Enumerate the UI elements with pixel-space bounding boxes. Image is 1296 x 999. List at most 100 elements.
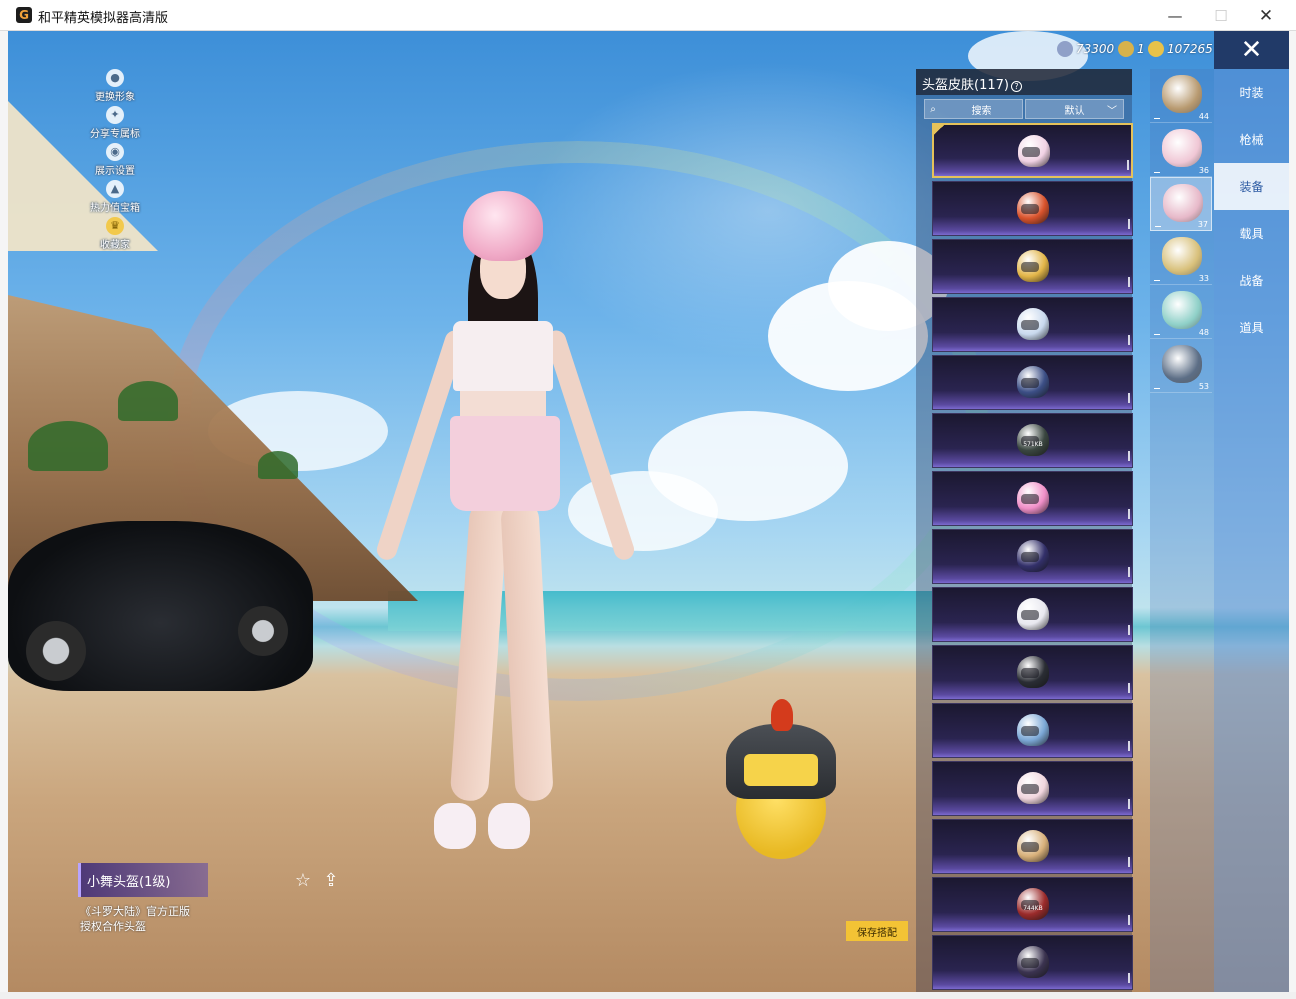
item-marker xyxy=(1128,625,1130,635)
skin-item[interactable] xyxy=(932,123,1133,178)
item-marker xyxy=(1127,160,1129,170)
side-item-display-settings[interactable]: ◉ 展示设置 xyxy=(70,143,160,180)
slot-count: 33 xyxy=(1198,274,1209,283)
side-item-heat-chest[interactable]: ▲ 热力值宝箱 xyxy=(70,180,160,217)
search-row: ⌕ 搜索 默认 ﹀ xyxy=(924,99,1132,119)
player-character[interactable] xyxy=(368,191,637,851)
chevron-down-icon: ﹀ xyxy=(1107,106,1117,117)
item-marker xyxy=(1128,915,1130,925)
side-item-label: 热力值宝箱 xyxy=(90,203,140,214)
chick-face xyxy=(744,754,818,786)
selected-item-name: 小舞头盔(1级) xyxy=(78,863,208,897)
palm-tree xyxy=(28,421,108,471)
window-bottom-border xyxy=(0,992,1296,999)
skin-item[interactable] xyxy=(932,355,1133,410)
skin-item[interactable] xyxy=(932,181,1133,236)
close-panel-button[interactable]: ✕ xyxy=(1214,31,1289,69)
help-icon[interactable]: ? xyxy=(1010,81,1022,92)
sort-label: 默认 xyxy=(1064,105,1085,117)
tab-props[interactable]: 道具 xyxy=(1214,304,1289,351)
side-item-label: 更换形象 xyxy=(95,92,135,103)
skin-item[interactable] xyxy=(932,935,1133,990)
item-marker xyxy=(1128,277,1130,287)
sort-dropdown[interactable]: 默认 ﹀ xyxy=(1025,99,1124,119)
selected-item-description: 《斗罗大陆》官方正版 授权合作头盔 xyxy=(80,904,190,934)
chick-pet[interactable] xyxy=(726,699,836,874)
currency-value: 107265 xyxy=(1167,42,1213,56)
search-icon: ⌕ xyxy=(930,103,936,115)
side-item-label: 分享专属标 xyxy=(90,129,140,140)
helmet-icon xyxy=(1017,946,1049,978)
gold-icon xyxy=(1148,41,1164,57)
download-size-label: 744KB xyxy=(1023,905,1043,912)
character-shoe xyxy=(434,803,476,849)
fire-icon: ▲ xyxy=(106,180,124,198)
equipped-slot[interactable]: 44 xyxy=(1150,69,1212,123)
app-icon: G xyxy=(16,7,32,23)
pet-slot-icon xyxy=(1162,291,1202,329)
skin-item[interactable]: 744KB xyxy=(932,877,1133,932)
skin-item[interactable] xyxy=(932,761,1133,816)
slot-marker xyxy=(1154,172,1160,173)
skin-item[interactable] xyxy=(932,297,1133,352)
skin-item[interactable] xyxy=(932,471,1133,526)
minimize-button[interactable]: — xyxy=(1152,0,1198,31)
car-wheel xyxy=(26,621,86,681)
helmet-icon xyxy=(1018,135,1050,167)
close-window-button[interactable]: ✕ xyxy=(1243,0,1289,31)
skin-item[interactable] xyxy=(932,529,1133,584)
equipped-slot[interactable]: 36 xyxy=(1150,123,1212,177)
currency-value: 73300 xyxy=(1076,42,1115,56)
side-item-change-look[interactable]: ● 更换形象 xyxy=(70,69,160,106)
maximize-button[interactable]: ☐ xyxy=(1198,0,1244,31)
helmet-pink-slot-icon xyxy=(1163,184,1203,222)
star-icon[interactable]: ☆ xyxy=(292,871,314,891)
helmet-icon xyxy=(1017,250,1049,282)
item-marker xyxy=(1128,335,1130,345)
currency-value: 1 xyxy=(1137,42,1145,56)
helmet-icon xyxy=(1017,772,1049,804)
share-icon[interactable]: ⇪ xyxy=(320,871,342,891)
car-wheel xyxy=(238,606,288,656)
helmet-icon xyxy=(1017,830,1049,862)
item-marker xyxy=(1128,741,1130,751)
equipped-slot[interactable]: 48 xyxy=(1150,285,1212,339)
helmet-icon xyxy=(1017,540,1049,572)
tab-fashion[interactable]: 时装 xyxy=(1214,69,1289,116)
equipped-slot[interactable]: 33 xyxy=(1150,231,1212,285)
skin-item[interactable] xyxy=(932,645,1133,700)
window-titlebar: G 和平精英模拟器高清版 — ☐ ✕ xyxy=(0,0,1296,31)
tab-equipment[interactable]: 装备 xyxy=(1214,163,1289,210)
equipped-slot[interactable]: 53 xyxy=(1150,339,1212,393)
slot-marker xyxy=(1154,118,1160,119)
item-marker xyxy=(1128,799,1130,809)
character-helmet xyxy=(463,191,543,261)
save-outfit-button[interactable]: 保存搭配 xyxy=(846,921,908,941)
search-placeholder: 搜索 xyxy=(971,105,992,117)
side-item-share-badge[interactable]: ✦ 分享专属标 xyxy=(70,106,160,143)
slot-count: 48 xyxy=(1198,328,1209,337)
backpack-slot-icon xyxy=(1162,237,1202,275)
skin-item[interactable] xyxy=(932,703,1133,758)
skin-item[interactable] xyxy=(932,239,1133,294)
search-input[interactable]: ⌕ 搜索 xyxy=(924,99,1023,119)
slot-count: 53 xyxy=(1198,382,1209,391)
description-line: 授权合作头盔 xyxy=(80,920,146,933)
skin-item[interactable] xyxy=(932,587,1133,642)
equipped-slots: 44 36 37 33 48 53 xyxy=(1150,69,1214,992)
skin-item[interactable]: 571KB xyxy=(932,413,1133,468)
tab-weapons[interactable]: 枪械 xyxy=(1214,116,1289,163)
palm-tree xyxy=(118,381,178,421)
currency-gem: 73300 xyxy=(1057,39,1114,59)
character-shoe xyxy=(488,803,530,849)
chick-plume xyxy=(771,699,793,731)
window-left-border xyxy=(0,31,8,999)
tab-vehicles[interactable]: 载具 xyxy=(1214,210,1289,257)
side-item-collector[interactable]: ♛ 收藏家 xyxy=(70,217,160,254)
black-car xyxy=(8,521,313,691)
skin-item[interactable] xyxy=(932,819,1133,874)
equipped-slot[interactable]: 37 xyxy=(1150,177,1212,231)
slot-marker xyxy=(1154,280,1160,281)
slot-count: 37 xyxy=(1197,220,1208,229)
tab-battle-prep[interactable]: 战备 xyxy=(1214,257,1289,304)
